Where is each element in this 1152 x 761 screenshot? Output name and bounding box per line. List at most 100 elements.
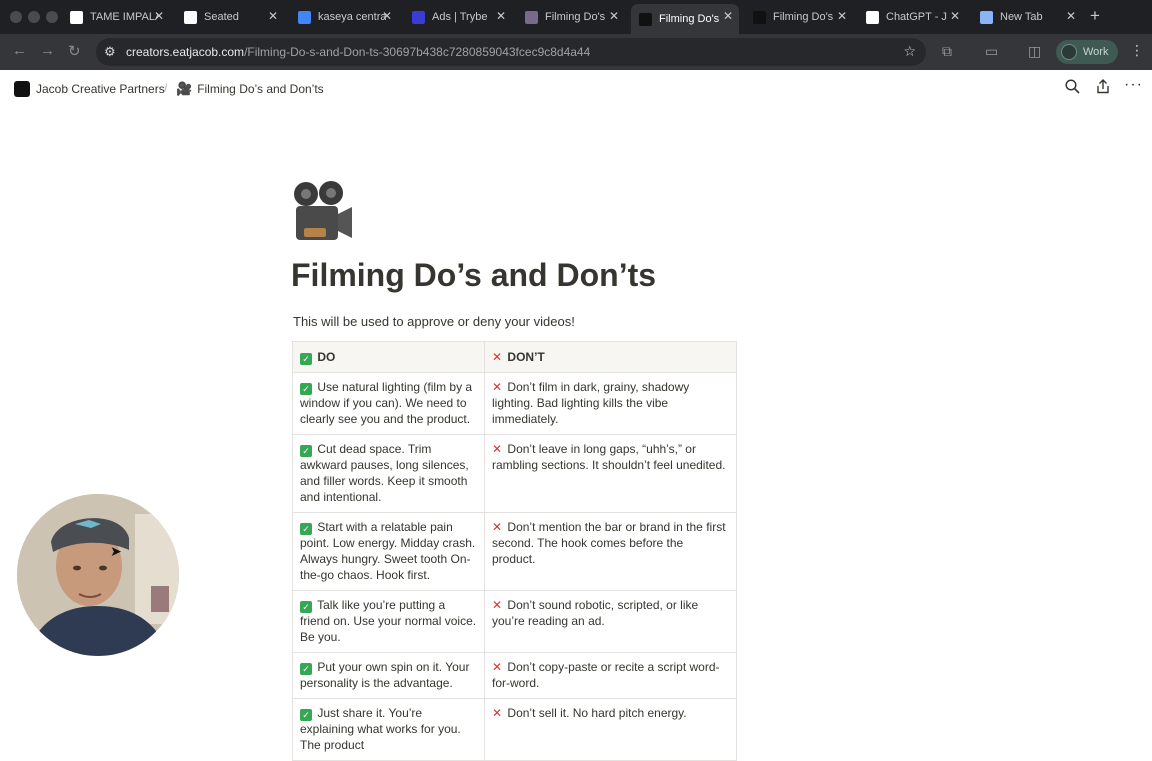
header-dont[interactable]: ✕ DON’T — [484, 341, 737, 373]
browser-tab[interactable]: New Tab ✕ — [972, 4, 1082, 30]
cross-mark-icon: ✕ — [492, 706, 503, 720]
workspace-logo-icon — [14, 81, 30, 97]
tab-favicon-icon — [412, 10, 425, 24]
cross-mark-icon: ✕ — [492, 350, 503, 364]
close-window-button[interactable] — [10, 11, 22, 23]
tab-close-icon[interactable]: ✕ — [496, 9, 506, 23]
notion-top-bar: Jacob Creative Partners / 🎥 Filming Do’s… — [0, 70, 1152, 106]
browser-tab-strip: TAME IMPALA ✕ Seated ✕ kaseya central ✕ Ads | … — [0, 0, 1152, 34]
tab-title: kaseya central — [318, 11, 386, 23]
do-cell[interactable]: ✓ Talk like you’re putting a friend on. … — [292, 590, 485, 653]
dont-cell[interactable]: ✕ Don’t film in dark, grainy, shadowy li… — [484, 372, 737, 435]
presenter-video-feed — [17, 494, 179, 656]
page-description[interactable]: This will be used to approve or deny you… — [293, 314, 575, 329]
dont-text: Don’t sound robotic, scripted, or like y… — [492, 598, 699, 628]
profile-button[interactable]: Work — [1056, 40, 1118, 64]
extensions-icon[interactable]: ⧉ — [942, 43, 952, 60]
browser-tab[interactable]: Filming Do's ✕ — [745, 4, 853, 30]
header-do[interactable]: ✓ DO — [292, 341, 485, 373]
browser-tab[interactable]: TAME IMPALA ✕ — [62, 4, 170, 30]
breadcrumb-separator: / — [164, 81, 168, 95]
do-text: Cut dead space. Trim awkward pauses, lon… — [300, 442, 469, 504]
dont-text: Don’t mention the bar or brand in the fi… — [492, 520, 726, 566]
table-header-row: ✓ DO ✕ DON’T — [292, 341, 737, 373]
do-text: Start with a relatable pain point. Low e… — [300, 520, 476, 582]
address-bar[interactable]: ⚙ creators.eatjacob.com/Filming-Do-s-and… — [96, 38, 926, 66]
do-text: Talk like you’re putting a friend on. Us… — [300, 598, 477, 644]
tab-title: Filming Do's — [659, 13, 720, 25]
do-cell[interactable]: ✓ Put your own spin on it. Your personal… — [292, 652, 485, 699]
browser-tab[interactable]: Seated ✕ — [176, 4, 284, 30]
tab-title: Seated — [204, 11, 239, 23]
check-mark-icon: ✓ — [300, 601, 312, 613]
check-mark-icon: ✓ — [300, 445, 312, 457]
new-tab-button[interactable]: + — [1090, 6, 1100, 26]
do-cell[interactable]: ✓ Start with a relatable pain point. Low… — [292, 512, 485, 591]
table-row: ✓ Start with a relatable pain point. Low… — [292, 512, 737, 591]
tab-favicon-icon — [70, 10, 83, 24]
tab-close-icon[interactable]: ✕ — [837, 9, 847, 23]
dont-cell[interactable]: ✕ Don’t leave in long gaps, “uhh’s,” or … — [484, 434, 737, 513]
browser-menu-icon[interactable]: ⋮ — [1130, 42, 1144, 59]
dont-cell[interactable]: ✕ Don’t mention the bar or brand in the … — [484, 512, 737, 591]
share-icon[interactable] — [1096, 79, 1110, 97]
browser-tab[interactable]: Ads | Trybe ✕ — [404, 4, 512, 30]
dont-cell[interactable]: ✕ Don’t sound robotic, scripted, or like… — [484, 590, 737, 653]
workspace-name: Jacob Creative Partners — [36, 82, 165, 96]
zoom-window-button[interactable] — [46, 11, 58, 23]
more-options-icon[interactable]: ··· — [1124, 76, 1143, 94]
header-do-label: DO — [317, 350, 336, 364]
page-icon[interactable] — [290, 180, 356, 246]
cast-icon[interactable]: ▭ — [985, 43, 998, 60]
table-row: ✓ Talk like you’re putting a friend on. … — [292, 590, 737, 653]
forward-arrow-icon[interactable]: → — [40, 42, 55, 59]
reload-icon[interactable]: ↻ — [68, 42, 81, 60]
tab-title: TAME IMPALA — [90, 11, 158, 23]
do-cell[interactable]: ✓ Use natural lighting (film by a window… — [292, 372, 485, 435]
browser-tab[interactable]: kaseya central ✕ — [290, 4, 398, 30]
dont-cell[interactable]: ✕ Don’t copy-paste or recite a script wo… — [484, 652, 737, 699]
tab-close-icon[interactable]: ✕ — [609, 9, 619, 23]
do-text: Just share it. You’re explaining what wo… — [300, 706, 461, 752]
check-mark-icon: ✓ — [300, 709, 312, 721]
table-row: ✓ Put your own spin on it. Your personal… — [292, 652, 737, 699]
header-dont-label: DON’T — [507, 350, 545, 364]
browser-tab[interactable]: ChatGPT - J ✕ — [858, 4, 966, 30]
tab-close-icon[interactable]: ✕ — [382, 9, 392, 23]
do-text: Use natural lighting (film by a window i… — [300, 380, 473, 426]
tab-close-icon[interactable]: ✕ — [154, 9, 164, 23]
mouse-cursor: ➤ — [110, 543, 122, 559]
tab-title: Filming Do's — [545, 11, 606, 23]
tab-close-icon[interactable]: ✕ — [950, 9, 960, 23]
bookmark-star-icon[interactable]: ☆ — [903, 43, 916, 60]
minimize-window-button[interactable] — [28, 11, 40, 23]
check-mark-icon: ✓ — [300, 663, 312, 675]
cross-mark-icon: ✕ — [492, 442, 503, 456]
back-arrow-icon[interactable]: ← — [12, 42, 27, 59]
dont-cell[interactable]: ✕ Don’t sell it. No hard pitch energy. — [484, 698, 737, 761]
webcam-overlay[interactable] — [17, 494, 179, 656]
tab-close-icon[interactable]: ✕ — [1066, 9, 1076, 23]
page-crumb-label: Filming Do’s and Don’ts — [197, 82, 324, 96]
table-row: ✓ Use natural lighting (film by a window… — [292, 372, 737, 435]
tab-close-icon[interactable]: ✕ — [723, 9, 733, 23]
url-text[interactable]: creators.eatjacob.com/Filming-Do-s-and-D… — [126, 45, 590, 59]
breadcrumb-page[interactable]: 🎥 Filming Do’s and Don’ts — [176, 81, 324, 97]
check-mark-icon: ✓ — [300, 383, 312, 395]
do-cell[interactable]: ✓ Just share it. You’re explaining what … — [292, 698, 485, 761]
dont-text: Don’t copy-paste or recite a script word… — [492, 660, 720, 690]
browser-tab[interactable]: Filming Do's ✕ — [631, 4, 739, 34]
page-title[interactable]: Filming Do’s and Don’ts — [291, 257, 656, 294]
profile-avatar — [1061, 44, 1077, 60]
dont-text: Don’t sell it. No hard pitch energy. — [507, 706, 687, 720]
tab-close-icon[interactable]: ✕ — [268, 9, 278, 23]
do-dont-table: ✓ DO ✕ DON’T ✓ Use natural lighting (fil… — [292, 341, 737, 761]
sidebar-icon[interactable]: ◫ — [1028, 43, 1041, 60]
movie-camera-icon: 🎥 — [176, 81, 193, 96]
search-icon[interactable] — [1065, 79, 1080, 97]
site-info-icon[interactable]: ⚙ — [104, 44, 116, 60]
cross-mark-icon: ✕ — [492, 380, 503, 394]
do-cell[interactable]: ✓ Cut dead space. Trim awkward pauses, l… — [292, 434, 485, 513]
browser-tab[interactable]: Filming Do's ✕ — [517, 4, 625, 30]
breadcrumb-workspace[interactable]: Jacob Creative Partners — [14, 81, 165, 97]
